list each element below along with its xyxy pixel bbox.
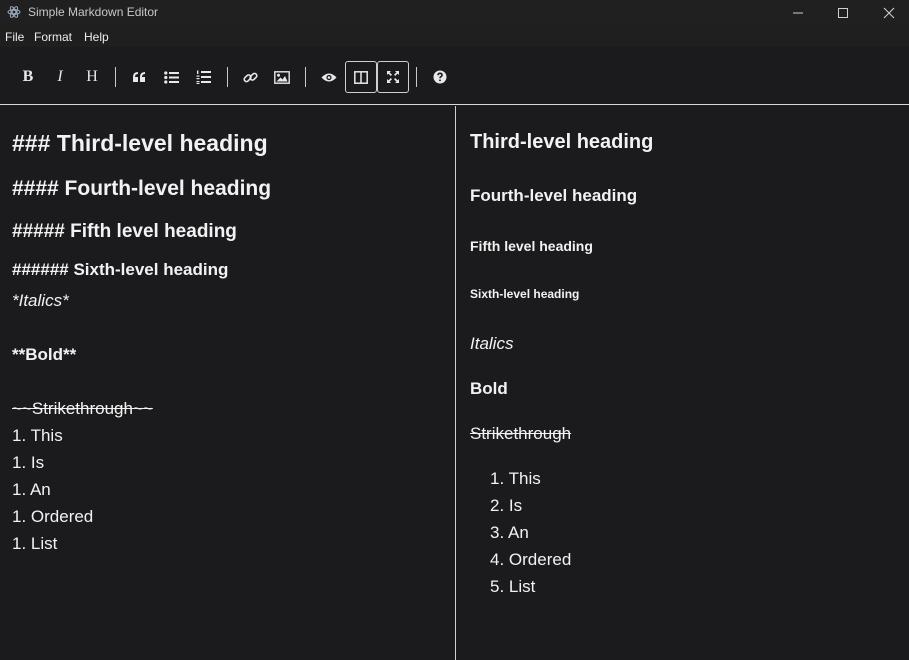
unordered-list-icon bbox=[163, 70, 179, 84]
editor-line: 1. An bbox=[12, 480, 51, 499]
heading-button[interactable]: H bbox=[76, 61, 108, 93]
ordered-list-button[interactable] bbox=[187, 61, 219, 93]
window-title: Simple Markdown Editor bbox=[28, 5, 159, 19]
ordered-list-icon bbox=[196, 70, 211, 84]
link-button[interactable] bbox=[234, 61, 266, 93]
list-item-number: 4. bbox=[490, 550, 505, 569]
editor-line: 1. List bbox=[12, 534, 58, 553]
list-item-number: 1. bbox=[490, 469, 505, 488]
image-button[interactable] bbox=[266, 61, 298, 93]
menu-format[interactable]: Format bbox=[34, 30, 72, 44]
list-item: 3. An bbox=[490, 523, 529, 543]
quote-button[interactable] bbox=[123, 61, 155, 93]
list-item-number: 2. bbox=[490, 496, 505, 515]
menu-bar: File Format Help bbox=[0, 26, 909, 47]
fullscreen-icon bbox=[387, 71, 399, 83]
preview-button[interactable] bbox=[313, 61, 345, 93]
bold-icon: B bbox=[22, 68, 34, 85]
app-icon bbox=[7, 6, 21, 18]
title-bar: Simple Markdown Editor bbox=[0, 0, 909, 26]
toolbar-separator bbox=[305, 67, 306, 87]
list-item-text: An bbox=[507, 523, 529, 542]
list-item-number: 5. bbox=[490, 577, 505, 596]
close-icon bbox=[883, 7, 895, 19]
side-by-side-button[interactable] bbox=[345, 61, 377, 93]
list-item-text: Ordered bbox=[508, 550, 572, 569]
list-item-text: Is bbox=[508, 496, 523, 515]
editor-line: ##### Fifth level heading bbox=[12, 221, 237, 242]
editor-line: *Italics* bbox=[12, 291, 69, 310]
question-icon bbox=[433, 70, 447, 84]
list-item: 1. This bbox=[490, 469, 541, 489]
fullscreen-button[interactable] bbox=[377, 61, 409, 93]
maximize-button[interactable] bbox=[820, 0, 866, 26]
menu-help[interactable]: Help bbox=[84, 30, 109, 44]
editor-line: ###### Sixth-level heading bbox=[12, 260, 229, 279]
preview-heading-4: Fourth-level heading bbox=[470, 186, 638, 205]
italic-icon: I bbox=[57, 68, 63, 85]
toolbar: B I H bbox=[0, 47, 909, 105]
link-icon bbox=[242, 72, 258, 82]
close-button[interactable] bbox=[866, 0, 909, 26]
bold-button[interactable]: B bbox=[12, 61, 44, 93]
editor-line: 1. Ordered bbox=[12, 507, 94, 526]
preview-heading-3: Third-level heading bbox=[470, 131, 654, 153]
preview-italic: Italics bbox=[470, 334, 514, 353]
editor-line: ~~Strikethrough~~ bbox=[12, 399, 153, 418]
heading-icon: H bbox=[86, 68, 98, 85]
unordered-list-button[interactable] bbox=[155, 61, 187, 93]
list-item: 4. Ordered bbox=[490, 550, 571, 570]
italic-button[interactable]: I bbox=[44, 61, 76, 93]
list-item-number: 3. bbox=[490, 523, 505, 542]
image-icon bbox=[274, 70, 290, 84]
eye-icon bbox=[321, 73, 337, 81]
toolbar-separator bbox=[416, 67, 417, 87]
maximize-icon bbox=[838, 8, 848, 18]
minimize-button[interactable] bbox=[775, 0, 821, 26]
editor-line: ### Third-level heading bbox=[12, 130, 268, 156]
preview-heading-6: Sixth-level heading bbox=[470, 287, 580, 301]
markdown-preview: Third-level heading Fourth-level heading… bbox=[456, 106, 909, 660]
list-item-text: List bbox=[508, 577, 536, 596]
editor-line: #### Fourth-level heading bbox=[12, 177, 272, 200]
list-item-text: This bbox=[508, 469, 541, 488]
editor-line: **Bold** bbox=[12, 345, 77, 364]
preview-strikethrough: Strikethrough bbox=[470, 424, 572, 443]
preview-bold: Bold bbox=[470, 379, 508, 398]
menu-file[interactable]: File bbox=[5, 30, 24, 44]
columns-icon bbox=[354, 70, 368, 84]
editor-line: 1. Is bbox=[12, 453, 45, 472]
markdown-editor[interactable]: ### Third-level heading #### Fourth-leve… bbox=[0, 106, 455, 660]
list-item: 5. List bbox=[490, 577, 535, 597]
toolbar-separator bbox=[227, 67, 228, 87]
editor-line: 1. This bbox=[12, 426, 63, 445]
list-item: 2. Is bbox=[490, 496, 522, 516]
toolbar-separator bbox=[115, 67, 116, 87]
quote-icon bbox=[133, 72, 145, 82]
minimize-icon bbox=[793, 12, 803, 14]
preview-heading-5: Fifth level heading bbox=[470, 238, 593, 254]
guide-button[interactable] bbox=[424, 61, 456, 93]
